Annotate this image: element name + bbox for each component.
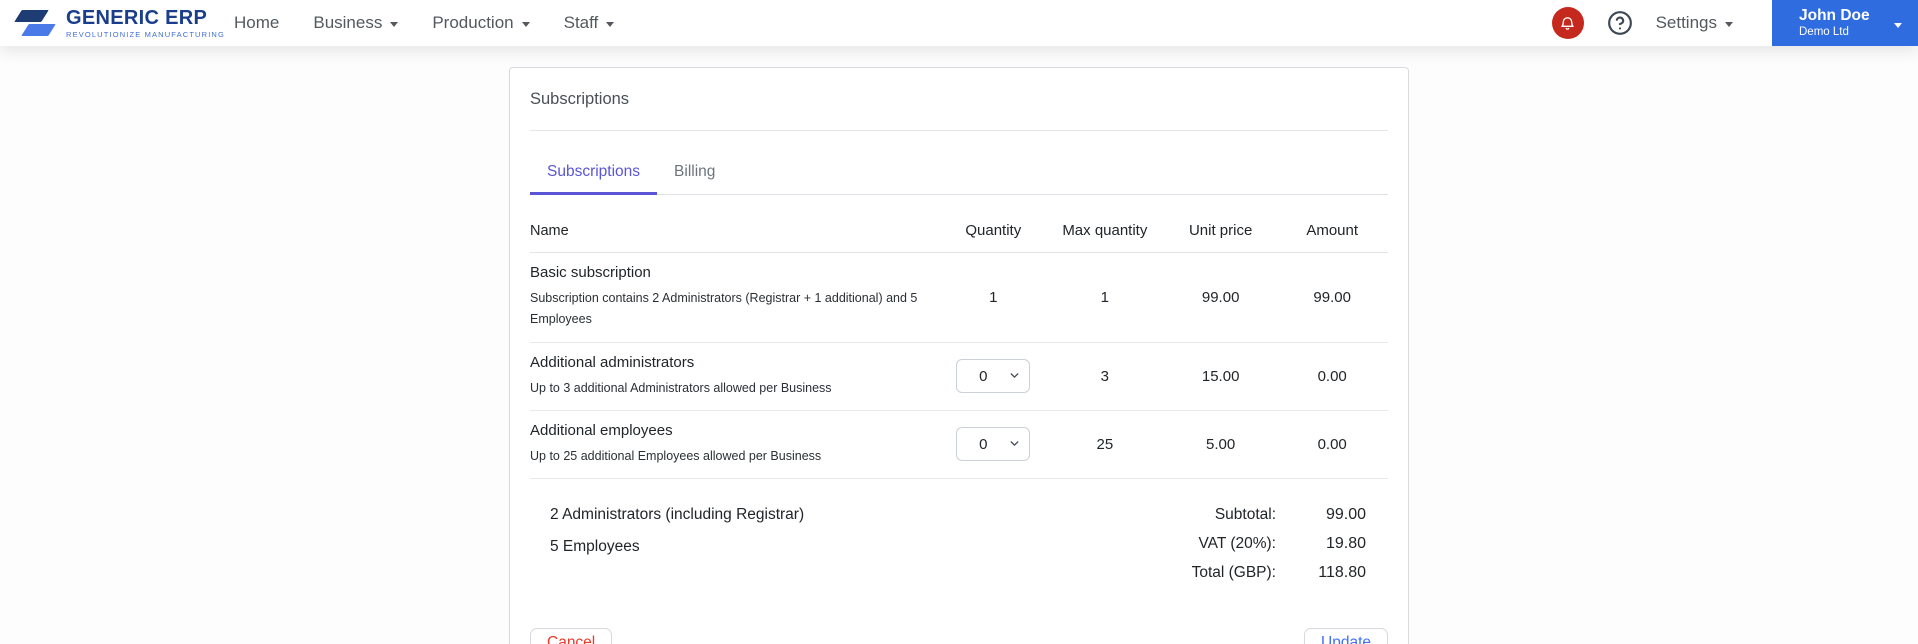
logo-icon [10, 7, 56, 39]
title-divider [530, 130, 1388, 131]
subtotal-row: Subtotal: 99.00 [1192, 506, 1388, 524]
subtotal-value: 99.00 [1325, 506, 1366, 523]
column-header-amount: Amount [1306, 222, 1359, 239]
quantity-select-employees[interactable]: 0 [956, 427, 1031, 462]
table-header-row: Name Quantity Max quantity Unit price Am… [530, 222, 1388, 253]
tab-billing[interactable]: Billing [657, 154, 732, 194]
caret-down-icon [390, 21, 399, 27]
user-menu[interactable]: John Doe Demo Ltd [1772, 0, 1918, 46]
subscriptions-card: Subscriptions Subscriptions Billing Name… [509, 67, 1409, 644]
notifications-button[interactable] [1551, 7, 1584, 39]
vat-row: VAT (20%): 19.80 [1192, 535, 1388, 553]
row-unit-price: 99.00 [1201, 288, 1240, 306]
tab-subscriptions[interactable]: Subscriptions [530, 154, 658, 195]
page-content: Subscriptions Subscriptions Billing Name… [0, 46, 1918, 644]
row-max-quantity: 25 [1096, 435, 1114, 453]
logo-tagline: REVOLUTIONIZE MANUFACTURING [66, 29, 225, 39]
row-amount: 0.00 [1317, 367, 1347, 385]
summary-section: 2 Administrators (including Registrar) 5… [530, 506, 1388, 582]
column-header-max-quantity: Max quantity [1062, 222, 1148, 239]
caret-down-icon [606, 21, 615, 27]
row-description: Subscription contains 2 Administrators (… [530, 291, 918, 327]
actions-bar: Cancel Update [530, 582, 1388, 644]
row-description: Up to 25 additional Employees allowed pe… [530, 448, 822, 463]
nav-item-home[interactable]: Home [234, 13, 279, 33]
nav-item-label: Business [313, 13, 383, 32]
vat-label: VAT (20%): [1198, 535, 1276, 552]
nav-menu: Home Business Production Staff [234, 13, 615, 33]
nav-item-label: Staff [563, 13, 599, 32]
row-unit-price: 5.00 [1206, 435, 1236, 453]
settings-menu[interactable]: Settings [1656, 13, 1733, 33]
column-header-name: Name [530, 222, 569, 239]
quantity-select-administrators[interactable]: 0 [956, 359, 1031, 394]
row-name: Additional administrators [530, 353, 695, 371]
caret-down-icon [1725, 21, 1733, 27]
settings-label: Settings [1655, 13, 1717, 32]
logo-title: GENERIC ERP [66, 6, 208, 29]
nav-item-label: Home [234, 13, 280, 32]
column-header-quantity: Quantity [965, 222, 1022, 239]
help-circle-icon [1607, 11, 1632, 35]
help-button[interactable] [1607, 10, 1633, 36]
bell-icon [1561, 16, 1574, 30]
subtotal-label: Subtotal: [1214, 506, 1276, 523]
row-name: Basic subscription [530, 264, 651, 281]
total-label: Total (GBP): [1191, 564, 1276, 581]
row-amount: 99.00 [1313, 288, 1351, 306]
quantity-select[interactable]: 0 [956, 359, 1031, 394]
row-description: Up to 3 additional Administrators allowe… [530, 380, 832, 395]
quantity-select[interactable]: 0 [956, 427, 1031, 462]
update-button[interactable]: Update [1304, 628, 1388, 644]
nav-item-production[interactable]: Production [432, 13, 530, 33]
cancel-button[interactable]: Cancel [530, 628, 613, 644]
included-employees: 5 Employees [550, 538, 640, 555]
total-value: 118.80 [1318, 564, 1366, 581]
nav-item-staff[interactable]: Staff [564, 13, 615, 33]
caret-down-icon [521, 21, 530, 27]
table-row: Additional employees Up to 25 additional… [530, 411, 1388, 479]
row-amount: 0.00 [1317, 435, 1347, 453]
column-header-unit-price: Unit price [1188, 222, 1253, 239]
table-row: Additional administrators Up to 3 additi… [530, 343, 1388, 411]
app-logo[interactable]: GENERIC ERP REVOLUTIONIZE MANUFACTURING [10, 7, 224, 39]
nav-item-label: Production [432, 13, 514, 32]
caret-down-icon [1894, 23, 1902, 28]
row-name: Additional employees [530, 421, 673, 439]
total-row: Total (GBP): 118.80 [1192, 564, 1388, 582]
subscriptions-table: Name Quantity Max quantity Unit price Am… [530, 222, 1388, 479]
nav-item-business[interactable]: Business [313, 13, 399, 33]
included-list: 2 Administrators (including Registrar) 5… [530, 506, 804, 582]
row-max-quantity: 3 [1100, 367, 1109, 385]
table-row: Basic subscription Subscription contains… [530, 253, 1388, 343]
page-title: Subscriptions [530, 90, 630, 108]
row-quantity: 1 [989, 288, 998, 306]
included-administrators: 2 Administrators (including Registrar) [550, 506, 805, 523]
row-max-quantity: 1 [1100, 288, 1109, 306]
totals-block: Subtotal: 99.00 VAT (20%): 19.80 Total (… [1192, 506, 1388, 582]
tab-bar: Subscriptions Billing [530, 154, 1388, 195]
vat-value: 19.80 [1325, 535, 1366, 552]
top-navbar: GENERIC ERP REVOLUTIONIZE MANUFACTURING … [0, 0, 1918, 46]
row-unit-price: 15.00 [1201, 367, 1240, 385]
